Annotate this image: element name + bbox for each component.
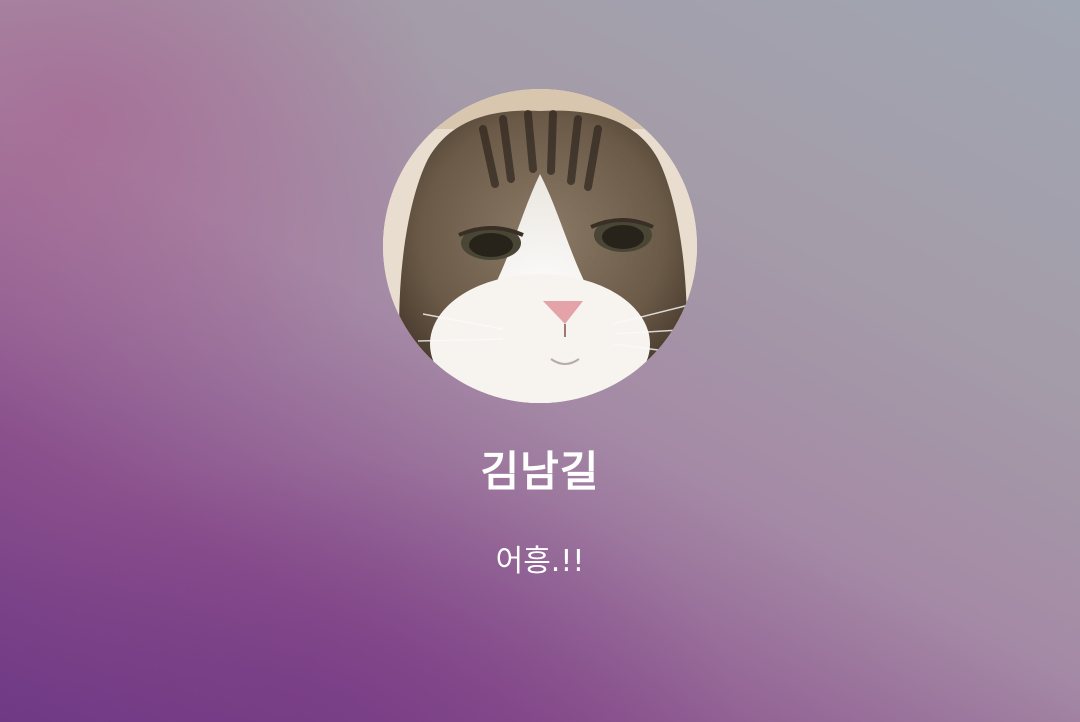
profile-status-message: 어흥.!!	[495, 544, 585, 579]
profile-name: 김남길	[480, 447, 600, 496]
cat-photo-icon	[383, 89, 697, 403]
profile-card: 김남길 어흥.!!	[0, 0, 1080, 722]
profile-avatar[interactable]	[383, 89, 697, 403]
